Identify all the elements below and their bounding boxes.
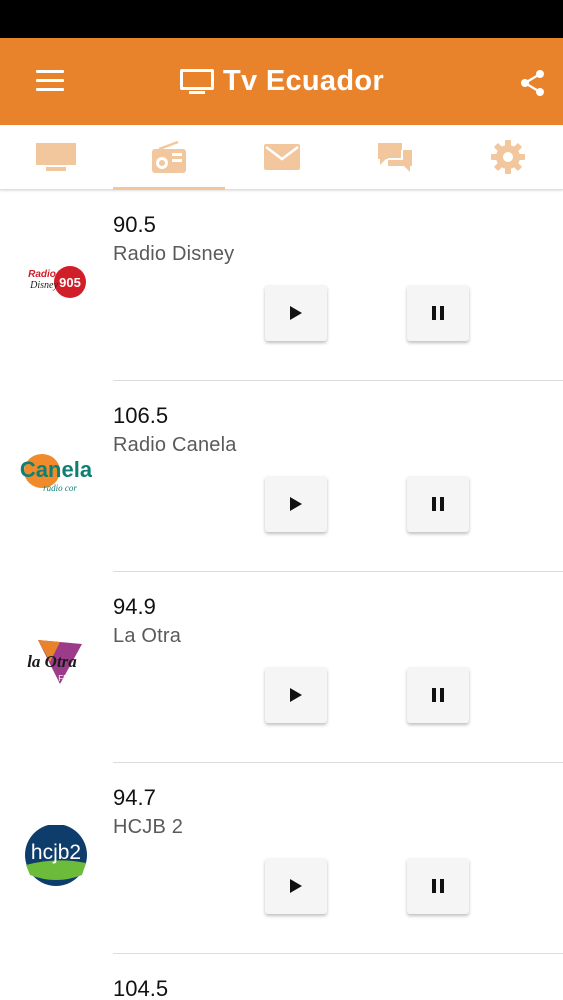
play-icon — [290, 306, 302, 320]
station-name: Radio Canela — [113, 434, 237, 456]
mail-icon — [264, 144, 300, 170]
play-button[interactable] — [265, 476, 327, 532]
pause-icon — [432, 497, 444, 511]
station-name: La Otra — [113, 625, 182, 647]
app-title: Tv Ecuador — [223, 65, 384, 97]
la-otra-logo-art: la Otra FM — [27, 640, 82, 684]
station-name: Radio Disney — [113, 243, 235, 265]
gear-icon — [491, 140, 525, 174]
station-item[interactable]: 104.5 — [0, 954, 563, 1000]
svg-text:radio cor: radio cor — [43, 483, 77, 493]
svg-text:Radio: Radio — [28, 269, 56, 280]
tab-settings[interactable] — [452, 125, 563, 189]
status-bar — [0, 0, 563, 38]
station-item[interactable]: 905 Radio Disney 90.5 Radio Disney — [0, 190, 563, 381]
app-title-group: Tv Ecuador — [0, 38, 563, 125]
hcjb2-logo: hcjb2 — [20, 824, 92, 886]
chat-icon — [378, 143, 412, 172]
pause-icon — [432, 879, 444, 893]
station-name: HCJB 2 — [113, 816, 184, 838]
tv-icon — [180, 68, 215, 94]
play-button[interactable] — [265, 285, 327, 341]
share-button[interactable] — [516, 66, 550, 100]
svg-text:la Otra: la Otra — [27, 652, 77, 671]
pause-button[interactable] — [407, 476, 469, 532]
station-frequency: 106.5 — [113, 403, 169, 428]
station-frequency: 104.5 — [113, 976, 169, 1000]
hcjb2-logo-art: hcjb2 — [25, 824, 87, 886]
svg-text:FM: FM — [58, 674, 70, 683]
pause-button[interactable] — [407, 285, 469, 341]
pause-button[interactable] — [407, 667, 469, 723]
station-frequency: 90.5 — [113, 212, 156, 237]
radio-disney-logo: 905 Radio Disney — [20, 250, 92, 310]
tab-radio[interactable] — [113, 125, 225, 189]
radio-icon — [152, 140, 186, 173]
radio-disney-logo-art: 905 Radio Disney — [28, 266, 86, 298]
play-icon — [290, 688, 302, 702]
svg-text:Disney: Disney — [29, 280, 58, 291]
radio-canela-logo: Canela radio cor — [20, 443, 93, 503]
station-item[interactable]: Canela radio cor 106.5 Radio Canela — [0, 381, 563, 572]
tab-chat[interactable] — [339, 125, 451, 189]
pause-icon — [432, 306, 444, 320]
svg-text:hcjb2: hcjb2 — [31, 841, 81, 864]
play-icon — [290, 497, 302, 511]
la-otra-logo: la Otra FM — [20, 634, 92, 694]
tab-bar — [0, 125, 563, 190]
play-icon — [290, 879, 302, 893]
pause-icon — [432, 688, 444, 702]
tab-mail[interactable] — [226, 125, 338, 189]
play-button[interactable] — [265, 858, 327, 914]
pause-button[interactable] — [407, 858, 469, 914]
station-frequency: 94.7 — [113, 785, 156, 810]
station-frequency: 94.9 — [113, 594, 156, 619]
radio-canela-logo-art: Canela radio cor — [20, 454, 93, 493]
station-item[interactable]: hcjb2 94.7 HCJB 2 — [0, 763, 563, 954]
svg-text:905: 905 — [59, 275, 81, 290]
play-button[interactable] — [265, 667, 327, 723]
station-item[interactable]: la Otra FM 94.9 La Otra — [0, 572, 563, 763]
tab-tv[interactable] — [0, 125, 112, 189]
svg-text:Canela: Canela — [20, 457, 92, 482]
share-icon — [521, 70, 544, 96]
tv-icon — [36, 143, 76, 171]
app-bar: Tv Ecuador — [0, 38, 563, 125]
